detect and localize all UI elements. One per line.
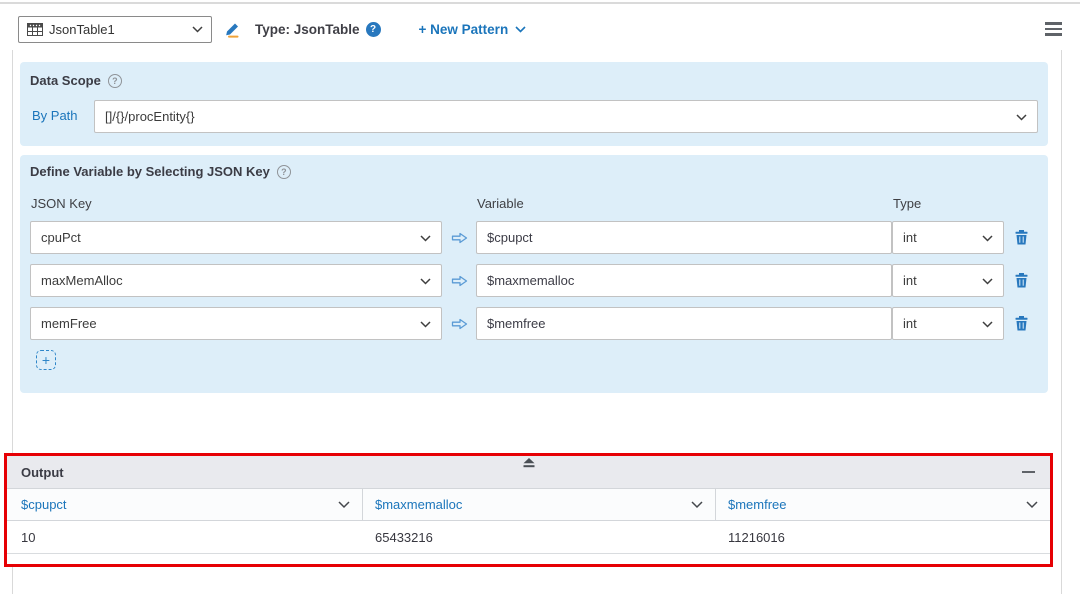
chevron-down-icon [982, 273, 993, 288]
output-panel-header: Output [7, 456, 1050, 489]
variable-column-labels: JSON Key Variable Type [30, 196, 1038, 211]
output-cell-maxmemalloc: 65433216 [363, 521, 716, 553]
type-select[interactable]: int [892, 307, 1004, 340]
trash-icon [1015, 230, 1028, 245]
type-select[interactable]: int [892, 221, 1004, 254]
chevron-down-icon [982, 316, 993, 331]
type-help-icon[interactable]: ? [366, 22, 381, 37]
variable-row: maxMemAlloc int [30, 264, 1038, 297]
pattern-select[interactable]: JsonTable1 [18, 16, 212, 43]
json-key-column-label: JSON Key [30, 196, 442, 211]
output-data-row: 10 65433216 11216016 [7, 521, 1050, 554]
chevron-down-icon [192, 26, 203, 33]
minimize-panel-button[interactable] [1021, 465, 1036, 479]
eject-icon [522, 458, 536, 468]
variable-input[interactable] [476, 307, 892, 340]
map-arrow-icon [442, 318, 476, 330]
chevron-down-icon [1016, 109, 1027, 124]
variable-input[interactable] [476, 221, 892, 254]
add-variable-button[interactable]: + [36, 350, 56, 370]
data-scope-help-icon[interactable]: ? [108, 74, 122, 88]
type-select[interactable]: int [892, 264, 1004, 297]
trash-icon [1015, 273, 1028, 288]
edit-pattern-icon[interactable] [224, 21, 241, 38]
type-value: int [903, 273, 917, 288]
menu-icon[interactable] [1045, 20, 1062, 38]
define-variable-title: Define Variable by Selecting JSON Key [30, 164, 270, 179]
json-key-value: cpuPct [41, 230, 81, 245]
by-path-value: []/{}/procEntity{} [105, 109, 195, 124]
output-column-cpupct[interactable]: $cpupct [7, 489, 363, 520]
json-key-select[interactable]: memFree [30, 307, 442, 340]
minus-icon [1022, 471, 1035, 473]
delete-row-button[interactable] [1004, 230, 1038, 245]
pattern-select-value: JsonTable1 [49, 22, 186, 37]
output-panel: Output $cpupct $maxmemalloc $memfree 10 … [7, 456, 1050, 564]
output-column-memfree[interactable]: $memfree [716, 489, 1050, 520]
top-divider [0, 2, 1080, 4]
collapse-panel-button[interactable] [522, 458, 536, 468]
delete-row-button[interactable] [1004, 273, 1038, 288]
json-key-select[interactable]: maxMemAlloc [30, 264, 442, 297]
chevron-down-icon [691, 497, 703, 512]
json-table-icon [27, 23, 43, 36]
json-key-value: maxMemAlloc [41, 273, 123, 288]
delete-row-button[interactable] [1004, 316, 1038, 331]
chevron-down-icon [420, 316, 431, 331]
data-scope-title: Data Scope [30, 73, 101, 88]
output-column-label: $memfree [728, 497, 787, 512]
variable-row: cpuPct int [30, 221, 1038, 254]
variable-row: memFree int [30, 307, 1038, 340]
pattern-toolbar: JsonTable1 Type: JsonTable ? + New Patte… [18, 14, 1062, 44]
output-title: Output [21, 465, 64, 480]
json-key-value: memFree [41, 316, 97, 331]
output-cell-cpupct: 10 [7, 521, 363, 553]
type-value: int [903, 316, 917, 331]
output-column-label: $maxmemalloc [375, 497, 462, 512]
type-column-label: Type [892, 196, 1004, 211]
by-path-label: By Path [32, 108, 78, 123]
variable-input[interactable] [476, 264, 892, 297]
by-path-select[interactable]: []/{}/procEntity{} [94, 100, 1038, 133]
define-variable-help-icon[interactable]: ? [277, 165, 291, 179]
variable-column-label: Variable [476, 196, 892, 211]
chevron-down-icon [420, 273, 431, 288]
output-column-maxmemalloc[interactable]: $maxmemalloc [363, 489, 716, 520]
output-column-label: $cpupct [21, 497, 67, 512]
chevron-down-icon [338, 497, 350, 512]
chevron-down-icon [420, 230, 431, 245]
define-variable-section: Define Variable by Selecting JSON Key ? … [20, 155, 1048, 393]
chevron-down-icon [515, 26, 526, 33]
chevron-down-icon [1026, 497, 1038, 512]
trash-icon [1015, 316, 1028, 331]
output-table-header: $cpupct $maxmemalloc $memfree [7, 489, 1050, 521]
output-cell-memfree: 11216016 [716, 521, 1050, 553]
pattern-type-label: Type: JsonTable [255, 22, 360, 37]
type-value: int [903, 230, 917, 245]
json-key-select[interactable]: cpuPct [30, 221, 442, 254]
data-scope-section: Data Scope ? By Path []/{}/procEntity{} [20, 62, 1048, 146]
chevron-down-icon [982, 230, 993, 245]
map-arrow-icon [442, 275, 476, 287]
new-pattern-button[interactable]: + New Pattern [419, 22, 527, 37]
map-arrow-icon [442, 232, 476, 244]
new-pattern-label: + New Pattern [419, 22, 509, 37]
